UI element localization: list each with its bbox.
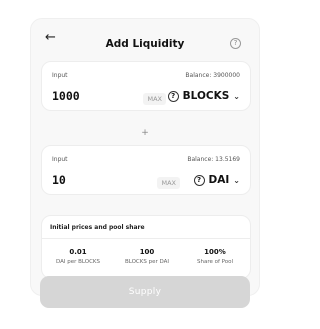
input-label: Input <box>52 72 68 79</box>
header: ← Add Liquidity ? <box>31 19 259 59</box>
max-button[interactable]: MAX <box>157 177 180 189</box>
stat-dai-per-blocks: 0.01 DAI per BLOCKS <box>45 248 111 265</box>
input-label: Input <box>52 156 68 163</box>
token-question-icon: ? <box>193 174 205 186</box>
stat-share-of-pool: 100% Share of Pool <box>182 248 248 265</box>
plus-icon: + <box>141 128 149 138</box>
stat-value: 0.01 <box>69 248 87 256</box>
prices-heading: Initial prices and pool share <box>42 216 250 239</box>
token-select-blocks[interactable]: ? BLOCKS ⌄ <box>167 90 240 102</box>
stat-blocks-per-dai: 100 BLOCKS per DAI <box>114 248 180 265</box>
input-panel-dai: Input Balance: 13.5169 10 MAX ? DAI ⌄ <box>41 145 251 195</box>
page-title: Add Liquidity <box>105 38 185 50</box>
token-select-dai[interactable]: ? DAI ⌄ <box>193 174 240 186</box>
token-symbol: BLOCKS <box>182 90 230 102</box>
token-question-icon: ? <box>167 90 179 102</box>
balance-label: Balance: 3900000 <box>185 72 240 79</box>
token-symbol: DAI <box>208 174 230 186</box>
stat-value: 100% <box>204 248 226 256</box>
input-panel-blocks: Input Balance: 3900000 1000 MAX ? BLOCKS… <box>41 61 251 111</box>
amount-input[interactable]: 1000 <box>52 89 80 103</box>
supply-button[interactable]: Supply <box>40 276 250 308</box>
stat-label: BLOCKS per DAI <box>124 259 170 265</box>
chevron-down-icon: ⌄ <box>233 91 240 101</box>
amount-input[interactable]: 10 <box>52 173 66 187</box>
stat-label: Share of Pool <box>196 259 234 265</box>
add-liquidity-card: ← Add Liquidity ? Input Balance: 3900000… <box>30 18 260 296</box>
max-button[interactable]: MAX <box>143 93 166 105</box>
stat-value: 100 <box>139 248 155 256</box>
balance-label: Balance: 13.5169 <box>187 156 240 163</box>
prices-stats: 0.01 DAI per BLOCKS 100 BLOCKS per DAI 1… <box>42 239 250 279</box>
chevron-down-icon: ⌄ <box>233 175 240 185</box>
question-icon[interactable]: ? <box>230 38 241 49</box>
stat-label: DAI per BLOCKS <box>55 259 101 265</box>
prices-and-pool-share: Initial prices and pool share 0.01 DAI p… <box>41 215 251 279</box>
